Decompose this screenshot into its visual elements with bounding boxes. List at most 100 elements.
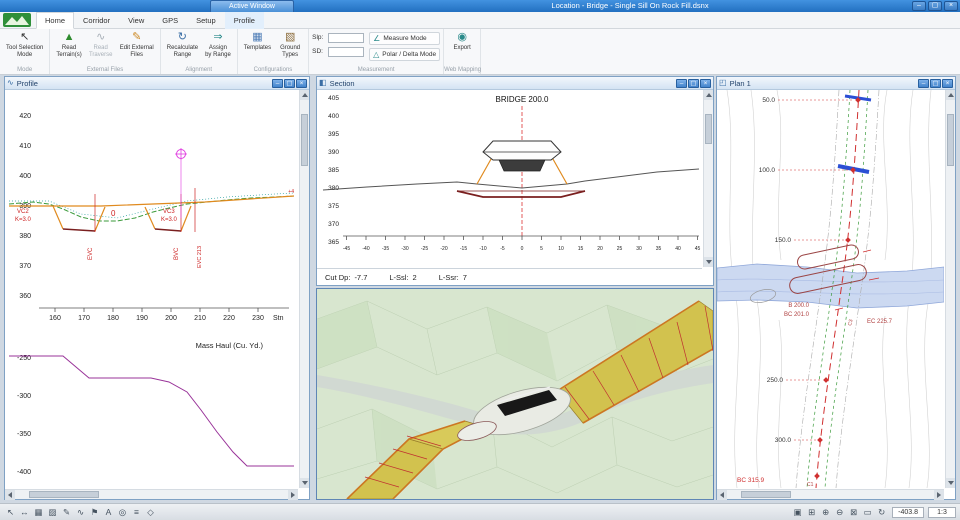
edit-icon[interactable]: ✎ [60,506,73,519]
profile-elev-tick: 400 [19,173,31,180]
profile-hscroll-thumb[interactable] [29,491,99,498]
ribbon-tab-home[interactable]: Home [36,12,74,29]
plan-canvas[interactable]: 50.0100.0150.0250.0300.0 B 200.0 BC 201.… [717,90,944,488]
section-panel-header[interactable]: ◧ Section –▢× [317,77,713,90]
restore-button[interactable]: ▢ [928,1,942,11]
panel-close-button[interactable]: × [296,79,307,88]
c3-label: C3 [847,319,855,327]
ribbon-tab-gps[interactable]: GPS [153,12,187,29]
profile-panel-header[interactable]: ∿ Profile –▢× [5,77,309,90]
group-label-web-mapping: Web Mapping [444,66,480,74]
zoom-window-icon[interactable]: ▭ [861,506,874,519]
profile-vscroll-thumb[interactable] [301,114,308,166]
section-offset-tick: 25 [617,246,623,252]
ground-types-button[interactable]: ▧GroundTypes [275,30,305,60]
panel-close-button[interactable]: × [700,79,711,88]
snap-icon[interactable]: ◇ [144,506,157,519]
ribbon-group-mode: ↖Tool SelectionMode Mode [0,29,50,74]
hatch-icon[interactable]: ▨ [46,506,59,519]
plan-horizontal-scrollbar[interactable] [717,489,944,499]
close-button[interactable]: × [944,1,958,11]
scroll-right-arrow[interactable] [934,490,944,500]
export-button[interactable]: ◉Export [447,30,477,53]
profile-horizontal-scrollbar[interactable] [5,489,298,499]
text-icon[interactable]: A [102,506,115,519]
scroll-left-arrow[interactable] [5,490,15,500]
templates-button[interactable]: ▦Templates [241,30,274,53]
section-offset-tick: -10 [479,246,486,252]
plan-panel-header[interactable]: ◰ Plan 1 –▢× [717,77,955,90]
measure-mode-button[interactable]: ∠Measure Mode [369,32,440,45]
profile-station-tick: 180 [107,315,119,322]
ribbon-tab-view[interactable]: View [119,12,153,29]
panel-restore-button[interactable]: ▢ [930,79,941,88]
edit-external-files-button[interactable]: ✎Edit ExternalFiles [117,30,157,60]
layers-icon[interactable]: ≡ [130,506,143,519]
scroll-down-arrow[interactable] [704,257,713,267]
section-offset-tick: -30 [401,246,408,252]
plan-vertical-scrollbar[interactable] [945,90,955,488]
assign-by-range-button[interactable]: ⇒Assignby Range [202,30,234,60]
plan-station-label: 100.0 [759,167,776,174]
section-vscroll-thumb[interactable] [705,114,712,144]
mass-haul-tick: -400 [17,469,31,476]
scroll-left-arrow[interactable] [717,490,727,500]
profile-station-tick: 190 [136,315,148,322]
app-logo[interactable] [3,13,31,27]
ribbon-tab-profile[interactable]: Profile [225,12,264,29]
read-traverse-button[interactable]: ∿ReadTraverse [86,30,116,60]
zoom-in-icon[interactable]: ⊕ [819,506,832,519]
refresh-icon[interactable]: ↻ [875,506,888,519]
section-canvas[interactable]: BRIDGE 200.0 405400395390385380375370365… [317,90,702,268]
profile-panel-icon: ∿ [7,77,14,89]
target-icon[interactable]: ◎ [116,506,129,519]
title-bar[interactable]: Active Window Location - Bridge - Single… [0,0,960,12]
scroll-up-arrow[interactable] [946,90,955,100]
minimize-button[interactable]: – [912,1,926,11]
panel-close-button[interactable]: × [942,79,953,88]
context-tab-active-window[interactable]: Active Window [210,0,294,12]
capture-icon[interactable]: ▣ [791,506,804,519]
profile-vertical-scrollbar[interactable] [299,90,309,488]
recalculate-range-button[interactable]: ↻RecalculateRange [164,30,201,60]
plan-hscroll-thumb[interactable] [741,491,791,498]
read-terrain-button[interactable]: ▲ReadTerrain(s) [53,30,84,60]
print-icon[interactable]: ⊞ [805,506,818,519]
section-vertical-scrollbar[interactable] [703,90,713,267]
ribbon-tab-corridor[interactable]: Corridor [74,12,119,29]
pan-tool-icon[interactable]: ↔ [18,506,31,519]
profile-panel: ∿ Profile –▢× 420410400390380370360 1601… [4,76,310,500]
bridge-sill [499,160,545,171]
panel-min-button[interactable]: – [918,79,929,88]
tool-selection-mode-button[interactable]: ↖Tool SelectionMode [3,30,46,60]
polar-delta-mode-button[interactable]: △Polar / Delta Mode [369,48,440,61]
scroll-up-arrow[interactable] [300,90,309,100]
scroll-down-arrow[interactable] [946,478,955,488]
panel-restore-button[interactable]: ▢ [284,79,295,88]
sd-input[interactable] [328,47,364,57]
zoom-out-icon[interactable]: ⊖ [833,506,846,519]
cut-area-left [53,206,105,231]
group-label-alignment: Alignment [161,66,237,74]
grid-icon[interactable]: ▦ [32,506,45,519]
profile-canvas[interactable]: 420410400390380370360 160170180190200210… [5,90,298,488]
panel-min-button[interactable]: – [676,79,687,88]
view3d-canvas[interactable] [317,289,713,499]
slp-input[interactable] [328,33,364,43]
ribbon-tab-setup[interactable]: Setup [187,12,225,29]
scroll-up-arrow[interactable] [704,90,713,100]
select-tool-icon[interactable]: ↖ [4,506,17,519]
flag-icon[interactable]: ⚑ [88,506,101,519]
vc3-k-label: K=3.0 [161,217,178,223]
panel-min-button[interactable]: – [272,79,283,88]
plan-station-label: 150.0 [775,237,792,244]
panel-restore-button[interactable]: ▢ [688,79,699,88]
scroll-down-arrow[interactable] [300,478,309,488]
plan-vscroll-thumb[interactable] [947,114,954,166]
polyline-icon[interactable]: ∿ [74,506,87,519]
scroll-right-arrow[interactable] [288,490,298,500]
window-buttons: – ▢ × [912,1,958,11]
section-elev-tick: 390 [328,149,339,156]
zoom-extents-icon[interactable]: ⊠ [847,506,860,519]
section-chart-title: BRIDGE 200.0 [496,95,549,104]
